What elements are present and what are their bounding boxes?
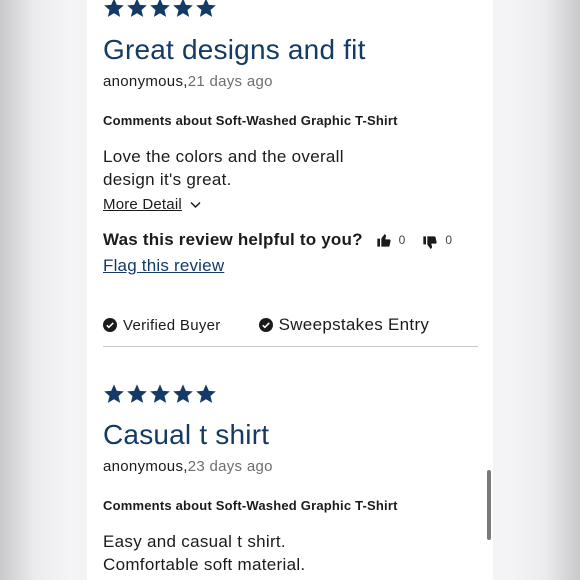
review-body: Easy and casual t shirt. Comfortable sof… bbox=[103, 530, 479, 576]
review-date: 21 days ago bbox=[187, 73, 273, 90]
review-body: Love the colors and the overall design i… bbox=[103, 145, 479, 191]
chevron-down-icon bbox=[190, 201, 201, 208]
review-card bbox=[103, 0, 479, 19]
star-icon bbox=[150, 0, 170, 17]
thumbs-up-icon bbox=[376, 234, 391, 247]
review-author: anonymous, bbox=[103, 73, 188, 90]
star-icon bbox=[104, 384, 124, 403]
downvote-button[interactable]: 0 bbox=[422, 232, 453, 249]
upvote-button[interactable]: 0 bbox=[376, 232, 406, 248]
review-body-line: Easy and casual t shirt. bbox=[103, 532, 286, 551]
review-card bbox=[103, 383, 479, 405]
more-detail-row: More Detail bbox=[103, 196, 479, 214]
helpful-row: Was this review helpful to you? 0 0 bbox=[103, 230, 479, 250]
review-body-line: Love the colors and the overall bbox=[103, 147, 344, 166]
review-body-line: design it's great. bbox=[103, 170, 232, 189]
comment-heading: Comments about Soft-Washed Graphic T-Shi… bbox=[103, 113, 398, 128]
more-detail-link[interactable]: More Detail bbox=[103, 196, 201, 213]
star-icon bbox=[150, 384, 170, 403]
review-author-line: anonymous,23 days ago bbox=[103, 458, 479, 475]
review-author: anonymous, bbox=[103, 458, 188, 475]
helpful-question: Was this review helpful to you? bbox=[103, 230, 363, 249]
review-title: Great designs and fit bbox=[103, 34, 366, 65]
reviews-panel: Great designs and fit anonymous,21 days … bbox=[87, 0, 493, 580]
check-circle-icon bbox=[103, 318, 117, 332]
review-title: Casual t shirt bbox=[103, 419, 270, 450]
review-author-line: anonymous,21 days ago bbox=[103, 73, 479, 90]
scrollbar-thumb[interactable] bbox=[487, 470, 491, 540]
review-badges: Verified Buyer Sweepstakes Entry bbox=[103, 315, 479, 335]
verified-buyer-badge: Verified Buyer bbox=[103, 317, 221, 334]
star-icon bbox=[196, 384, 216, 403]
sweepstakes-badge: Sweepstakes Entry bbox=[258, 315, 430, 335]
star-icon bbox=[104, 0, 124, 17]
star-rating bbox=[103, 383, 479, 405]
flag-review-link[interactable]: Flag this review bbox=[103, 256, 224, 275]
star-icon bbox=[127, 0, 147, 17]
star-icon bbox=[173, 384, 193, 403]
flag-row: Flag this review bbox=[103, 256, 479, 276]
more-detail-label: More Detail bbox=[103, 196, 182, 213]
upvote-count: 0 bbox=[398, 233, 406, 247]
review-body-line: Comfortable soft material. bbox=[103, 555, 306, 574]
review-divider bbox=[103, 346, 478, 347]
check-circle-icon bbox=[258, 318, 273, 332]
star-icon bbox=[127, 384, 147, 403]
sweepstakes-label: Sweepstakes Entry bbox=[278, 315, 430, 334]
star-icon bbox=[173, 0, 193, 17]
review-date: 23 days ago bbox=[187, 458, 273, 475]
downvote-count: 0 bbox=[445, 233, 453, 247]
thumbs-down-icon bbox=[423, 236, 437, 249]
comment-heading: Comments about Soft-Washed Graphic T-Shi… bbox=[103, 498, 398, 513]
star-rating bbox=[103, 0, 479, 19]
verified-buyer-label: Verified Buyer bbox=[123, 316, 221, 334]
star-icon bbox=[196, 0, 216, 17]
